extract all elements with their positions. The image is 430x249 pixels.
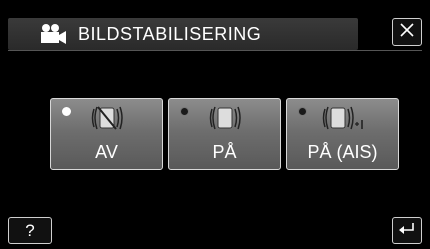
video-camera-icon [36,22,68,46]
page-title: BILDSTABILISERING [78,23,262,44]
help-icon: ? [25,220,35,240]
option-label: AV [95,142,118,162]
stabilizer-ais-icon [287,103,398,133]
help-button[interactable]: ? [8,217,52,244]
close-button[interactable] [392,18,422,46]
close-icon [399,22,415,43]
back-arrow-icon [398,221,416,240]
option-av[interactable]: AV [50,98,163,170]
header-divider [8,50,422,51]
back-button[interactable] [392,217,422,244]
option-pa[interactable]: PÅ [168,98,281,170]
option-pa-ais[interactable]: PÅ (AIS) [286,98,399,170]
stabilizer-on-icon [169,103,280,133]
stabilizer-off-icon [51,103,162,133]
stabilization-options: AV PÅ PÅ (AIS) [50,98,399,170]
option-label: PÅ [212,142,237,162]
option-label: PÅ (AIS) [307,142,378,162]
stabilization-screen: BILDSTABILISERING AV PÅ PÅ (AIS) ? [0,0,430,249]
header-bar: BILDSTABILISERING [8,18,358,50]
